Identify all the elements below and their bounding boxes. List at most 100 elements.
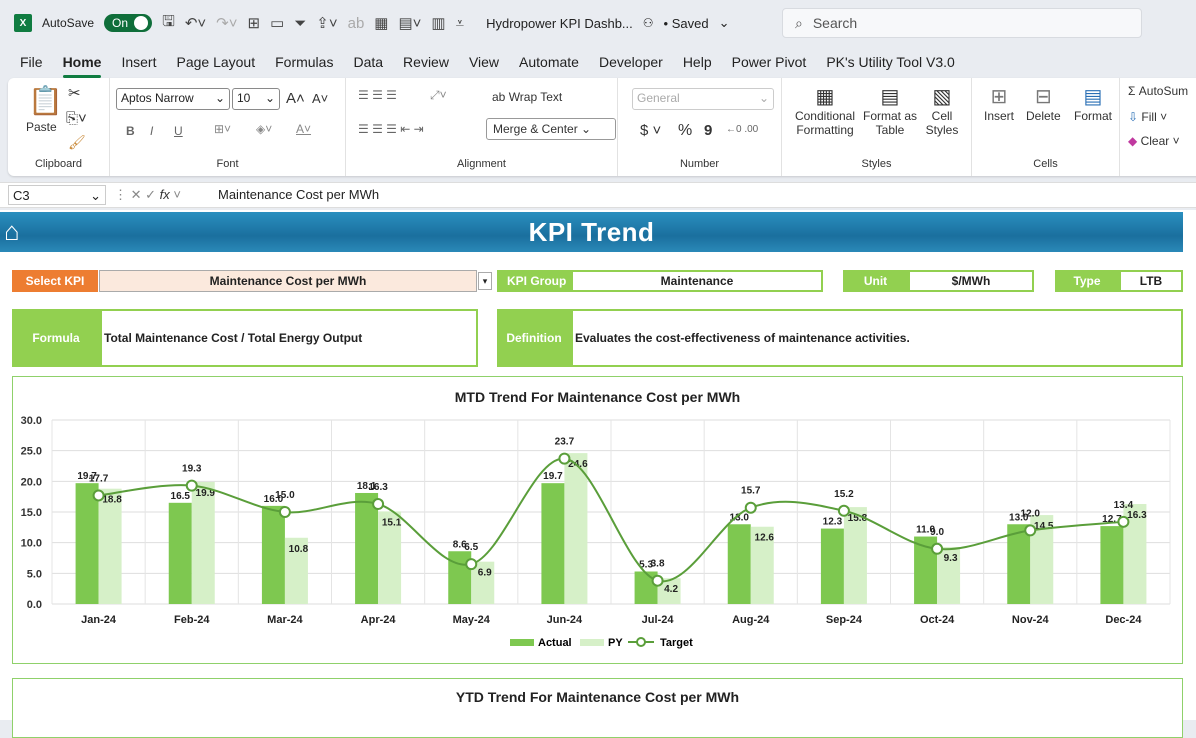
format-painter-icon[interactable]: 🖌 — [68, 134, 86, 151]
calc-sheet-icon[interactable]: ▥ — [431, 14, 445, 32]
tab-file[interactable]: File — [10, 50, 53, 76]
save-icon[interactable]: 🖫 — [162, 11, 175, 36]
copy-icon[interactable]: ⎘˅ — [66, 110, 87, 127]
bar-py — [564, 453, 588, 604]
ribbon: 📋 Paste ✂ ⎘˅ 🖌 Clipboard Aptos Narrow ⌄ 1… — [8, 78, 1196, 176]
ytd-chart[interactable]: YTD Trend For Maintenance Cost per MWh — [12, 678, 1183, 738]
font-size-select[interactable]: 10 ⌄ — [232, 88, 280, 110]
format-table-icon: ▤ — [880, 86, 900, 108]
data-label-target: 16.3 — [368, 482, 388, 493]
tab-data[interactable]: Data — [343, 50, 393, 76]
autosave-label: AutoSave — [42, 16, 95, 30]
bar-actual — [541, 483, 565, 604]
legend-swatch-py — [580, 639, 604, 646]
bold-button[interactable]: B — [126, 124, 135, 138]
y-tick-label: 30.0 — [21, 415, 42, 427]
tab-power-pivot[interactable]: Power Pivot — [722, 50, 817, 76]
undo-icon[interactable]: ↶˅ — [185, 14, 206, 32]
font-name-select[interactable]: Aptos Narrow ⌄ — [116, 88, 230, 110]
conditional-formatting-button[interactable]: ▦ Conditional Formatting — [790, 84, 860, 137]
percent-button[interactable]: % — [678, 122, 692, 140]
autosum-label: AutoSum — [1138, 84, 1189, 98]
excel-logo-icon: X — [14, 14, 32, 32]
tab-page-layout[interactable]: Page Layout — [166, 50, 265, 76]
chart-title: MTD Trend For Maintenance Cost per MWh — [454, 389, 741, 405]
font-label: Font — [216, 158, 239, 170]
comma-button[interactable]: 9 — [704, 122, 712, 139]
share-icon[interactable]: ⇪˅ — [316, 14, 337, 32]
clear-button[interactable]: ◆ Clear ˅ — [1128, 134, 1180, 148]
worksheet: KPI Trend ⌂ Select KPI Maintenance Cost … — [0, 210, 1196, 738]
clear-label: Clear — [1140, 134, 1170, 148]
currency-button[interactable]: $ ˅ — [640, 122, 661, 139]
target-marker — [1024, 524, 1037, 537]
definition-value: Evaluates the cost-effectiveness of main… — [571, 309, 1183, 367]
formula-input[interactable]: Maintenance Cost per MWh — [218, 187, 379, 202]
target-marker — [651, 574, 664, 587]
align-top-icon[interactable]: ☰ ☰ ☰ — [358, 88, 397, 102]
paste-icon[interactable]: 📋 — [28, 84, 63, 117]
merge-center-button[interactable]: Merge & Center ⌄ — [486, 118, 616, 140]
wrap-text-button[interactable]: ab Wrap Text — [492, 90, 562, 104]
italic-button[interactable]: I — [150, 124, 153, 138]
format-cells-button[interactable]: ▤ Format — [1074, 84, 1112, 123]
data-label-target: 17.7 — [89, 473, 109, 484]
customize-toolbar-icon[interactable]: ⩡ — [456, 15, 464, 32]
filter-icon[interactable]: ⏷ — [294, 15, 306, 32]
font-color-icon[interactable]: A˅ — [296, 122, 311, 136]
data-label-py: 9.3 — [944, 553, 958, 564]
tab-help[interactable]: Help — [673, 50, 722, 76]
save-status[interactable]: • Saved — [664, 16, 709, 31]
tab-formulas[interactable]: Formulas — [265, 50, 343, 76]
home-icon[interactable]: ⌂ — [4, 216, 20, 247]
chevron-down-icon[interactable]: ⌄ — [719, 15, 730, 31]
cut-icon[interactable]: ✂ — [68, 84, 81, 102]
target-marker — [278, 506, 291, 518]
paste-button[interactable]: Paste — [26, 120, 57, 134]
legend-marker-target — [636, 637, 646, 647]
increase-font-icon[interactable]: A˄ — [286, 90, 305, 107]
underline-button[interactable]: U — [174, 124, 183, 138]
delete-cells-button[interactable]: ⊟ Delete — [1026, 84, 1061, 123]
fx-button[interactable]: fx — [160, 187, 170, 202]
tab-pk-s-utility-tool-v3-0[interactable]: PK's Utility Tool V3.0 — [816, 50, 964, 76]
form-icon[interactable]: ▭ — [270, 14, 284, 32]
target-marker — [931, 542, 944, 555]
tab-developer[interactable]: Developer — [589, 50, 673, 76]
autosave-state: On — [112, 16, 129, 30]
data-label-actual: 19.7 — [543, 471, 563, 482]
autosum-button[interactable]: Σ AutoSum — [1128, 84, 1188, 98]
decrease-font-icon[interactable]: A˅ — [312, 91, 328, 106]
tab-insert[interactable]: Insert — [111, 50, 166, 76]
align-left-icon[interactable]: ☰ ☰ ☰ ⇤ ⇥ — [358, 122, 424, 136]
table-icon[interactable]: ▦ — [374, 14, 388, 32]
bar-actual — [727, 524, 751, 604]
calculator-icon[interactable]: ▤˅ — [398, 14, 421, 32]
decimal-icons[interactable]: ←0 .00 — [726, 124, 758, 135]
unit-label: Unit — [843, 270, 908, 292]
spelling-icon[interactable]: ab — [348, 15, 365, 32]
fill-button[interactable]: ⇩ Fill ˅ — [1128, 110, 1167, 124]
dropdown-arrow-icon[interactable]: ▾ — [478, 272, 492, 290]
bar-actual — [448, 551, 472, 604]
orientation-icon[interactable]: ⤢˅ — [430, 88, 447, 103]
select-kpi-dropdown[interactable]: Maintenance Cost per MWh — [99, 270, 477, 292]
borders-icon[interactable]: ⊞˅ — [214, 122, 231, 136]
wrap-text-icon: ab — [492, 90, 509, 104]
cell-styles-button[interactable]: ▧ Cell Styles — [920, 84, 964, 137]
insert-cells-button[interactable]: ⊞ Insert — [984, 84, 1014, 123]
number-format-select[interactable]: General ⌄ — [632, 88, 774, 110]
tab-review[interactable]: Review — [393, 50, 459, 76]
target-marker — [465, 558, 478, 571]
tab-automate[interactable]: Automate — [509, 50, 589, 76]
autosave-toggle[interactable]: On — [104, 14, 153, 32]
select-kpi-value: Maintenance Cost per MWh — [209, 274, 367, 288]
name-box[interactable]: C3 ⌄ — [8, 185, 106, 205]
format-as-table-button[interactable]: ▤ Format as Table — [862, 84, 918, 137]
search-box[interactable]: ⌕ Search — [782, 8, 1142, 38]
tab-view[interactable]: View — [459, 50, 509, 76]
tab-home[interactable]: Home — [53, 50, 112, 78]
borders-icon[interactable]: ⊞ — [248, 14, 261, 32]
redo-icon[interactable]: ↷˅ — [216, 14, 237, 32]
fill-color-icon[interactable]: ◈˅ — [256, 122, 272, 136]
